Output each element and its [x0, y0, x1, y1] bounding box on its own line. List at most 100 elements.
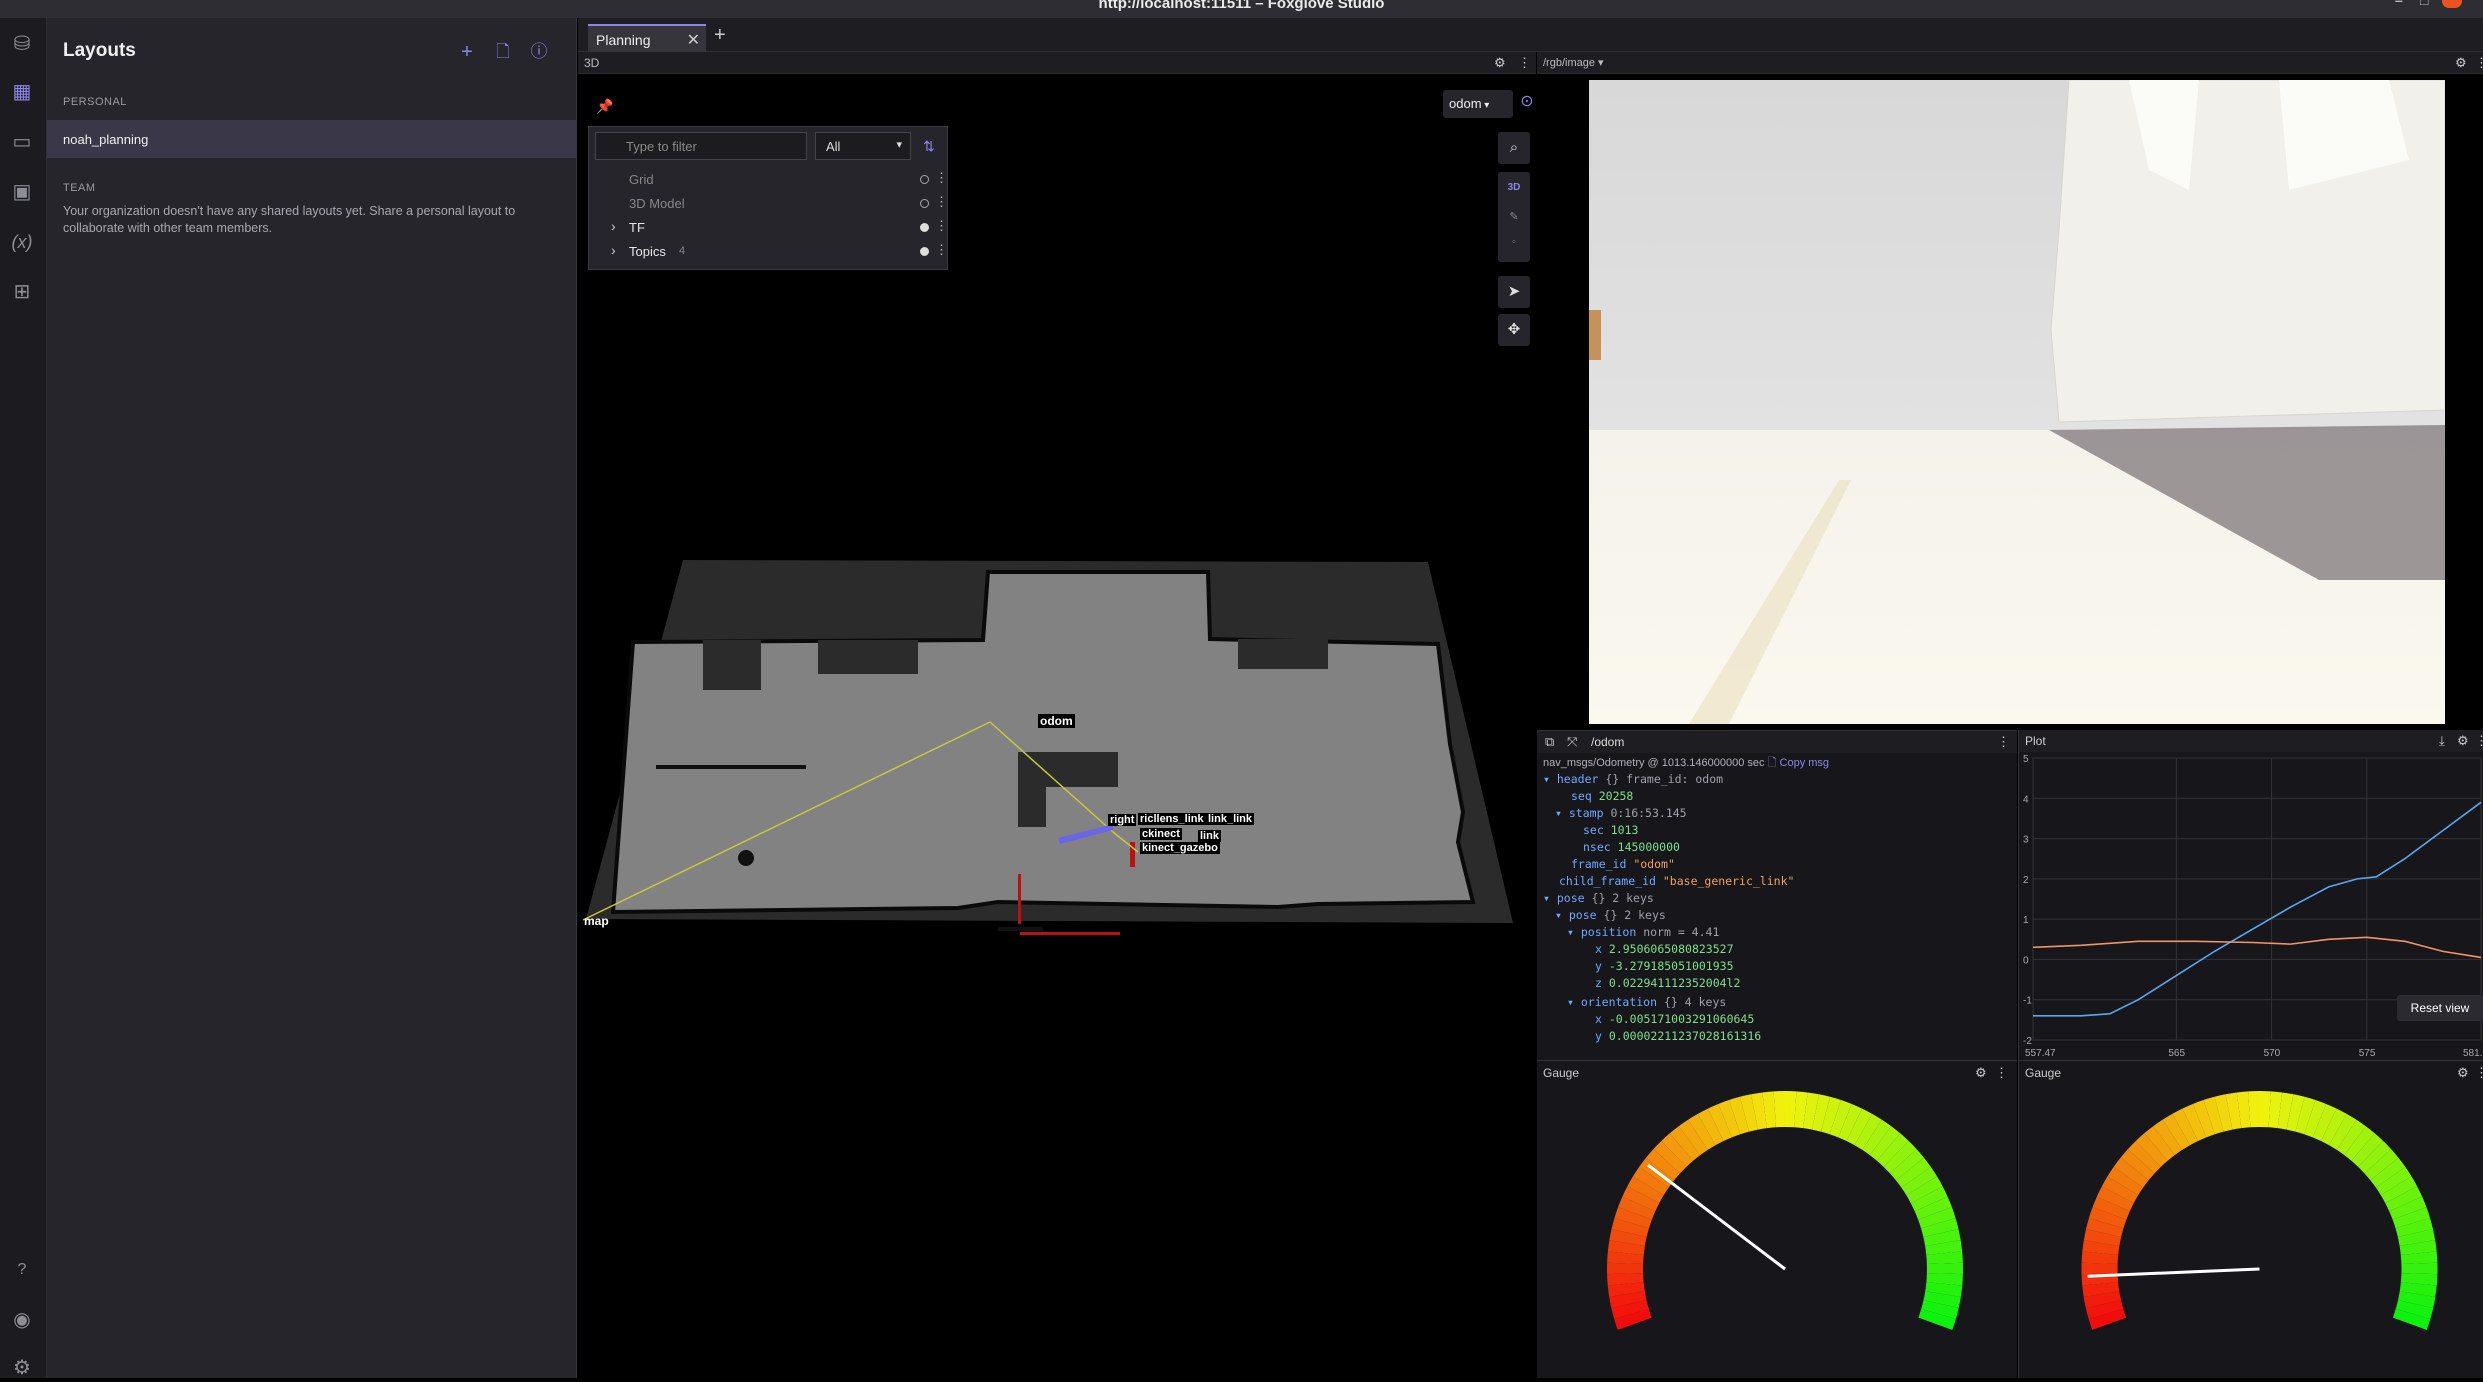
- import-layout-icon[interactable]: 🗋: [491, 40, 515, 64]
- raw-messages-toolbar: ⧉ ⤧ /odom ⋮: [1537, 731, 2017, 753]
- gauge-arc-segment: [1944, 1253, 1945, 1263]
- minimize-icon[interactable]: –: [2395, 0, 2403, 4]
- frame-label-lens-link: ricllens_link: [1138, 813, 1206, 825]
- gauge-arc-segment: [1625, 1274, 1626, 1284]
- add-layout-icon[interactable]: +: [455, 40, 479, 64]
- map-wall: [656, 765, 806, 769]
- map-void: [1018, 752, 1118, 787]
- maximize-icon[interactable]: □: [2420, 0, 2428, 4]
- message-tree: nav_msgs/Odometry @ 1013.146000000 sec 🗋…: [1537, 753, 2017, 1061]
- raw-messages-panel[interactable]: ⧉ ⤧ /odom ⋮ nav_msgs/Odometry @ 1013.146…: [1537, 730, 2017, 1060]
- tree-row-pose-inner[interactable]: ▾ pose {} 2 keys: [1555, 907, 1666, 924]
- map-wall: [998, 927, 1043, 931]
- tree-row-header[interactable]: ▾ header {} frame_id: odom: [1543, 771, 1723, 788]
- tree-row-position[interactable]: ▾ position norm = 4.41: [1567, 924, 1719, 941]
- tree-summary: {} frame_id: odom: [1605, 772, 1723, 786]
- tab-planning[interactable]: Planning ✕: [588, 24, 706, 52]
- panel-settings-icon[interactable]: ▭: [8, 128, 36, 156]
- gauge-arc-segment: [2391, 1177, 2397, 1186]
- gauge-arc-segment: [1816, 1112, 1826, 1114]
- gauge-arc-segment: [2113, 1195, 2117, 1204]
- gauge-arc-segment: [1660, 1161, 1667, 1169]
- close-tab-icon[interactable]: ✕: [687, 30, 700, 50]
- tree-summary: 0:16:53.145: [1610, 806, 1686, 820]
- gauge-arc-segment: [2156, 1141, 2164, 1147]
- expand-triangle-icon[interactable]: ▾: [1543, 891, 1550, 905]
- copy-msg-link[interactable]: 🗋 Copy msg: [1768, 757, 1829, 769]
- close-window-icon[interactable]: [2442, 0, 2462, 8]
- gauge-arc-segment: [2347, 1135, 2355, 1141]
- panel-menu-icon[interactable]: ⋮: [1997, 734, 2010, 750]
- tree-value: "odom": [1633, 857, 1675, 871]
- gauge-arc-segment: [2280, 1110, 2290, 1112]
- expand-triangle-icon[interactable]: ▾: [1555, 908, 1562, 922]
- reset-view-button[interactable]: Reset view: [2397, 995, 2483, 1021]
- gauge-panel-2[interactable]: Gauge ⚙ ⋮: [2018, 1060, 2483, 1378]
- gauge-arc-segment: [2239, 1109, 2249, 1110]
- add-tab-button[interactable]: +: [714, 24, 726, 47]
- extensions-icon[interactable]: ⊞: [8, 278, 36, 306]
- tree-key: stamp: [1569, 806, 1604, 820]
- tab-label: Planning: [596, 32, 651, 48]
- gauge-arc-segment: [1625, 1253, 1626, 1263]
- tree-key: x: [1595, 1012, 1602, 1026]
- map-void: [703, 640, 761, 690]
- gauge-arc-segment: [2419, 1253, 2420, 1263]
- panel-settings-gear-icon[interactable]: ⚙: [2457, 733, 2469, 749]
- gauge-arc-segment: [1889, 1147, 1897, 1154]
- tree-row-pose[interactable]: ▾ pose {} 2 keys: [1543, 890, 1654, 907]
- gauge-arc-segment: [2190, 1121, 2199, 1125]
- download-icon[interactable]: ⤓: [2439, 733, 2445, 749]
- gauge-panel-1[interactable]: Gauge ⚙ ⋮: [1537, 1060, 2017, 1378]
- variables-icon[interactable]: (x): [8, 228, 36, 256]
- frame-label-kinect-gazebo: kinect_gazebo: [1140, 842, 1220, 854]
- panel-title: Plot: [2025, 734, 2046, 748]
- tree-key: nsec: [1583, 840, 1611, 854]
- gauge-arc-segment: [2100, 1243, 2101, 1253]
- gauge-arc-segment: [2100, 1253, 2101, 1263]
- frame-label-link: link: [1198, 830, 1221, 842]
- map-obstacle-red: [1020, 932, 1120, 935]
- data-source-icon[interactable]: ⛁: [8, 30, 36, 58]
- gauge-arc-segment: [2102, 1233, 2104, 1243]
- panel-menu-icon[interactable]: ⋮: [2475, 55, 2483, 71]
- gauge-arc-segment: [2338, 1130, 2347, 1135]
- image-topic-label: /rgb/image: [1543, 57, 1595, 69]
- gauge-arc-segment: [1863, 1130, 1872, 1135]
- layouts-icon[interactable]: ▦: [8, 78, 36, 106]
- tree-row-stamp[interactable]: ▾ stamp 0:16:53.145: [1555, 805, 1687, 822]
- expand-triangle-icon[interactable]: ▾: [1555, 806, 1562, 820]
- expand-collapse-icon[interactable]: ⤧: [1567, 734, 1577, 750]
- tree-key: child_frame_id: [1559, 874, 1656, 888]
- gauge-arc-segment: [1826, 1114, 1836, 1117]
- expand-triangle-icon[interactable]: ▾: [1567, 995, 1574, 1009]
- topic-input[interactable]: /odom: [1591, 735, 1624, 749]
- panel-3d[interactable]: 3D ⚙ ⋮ 📌 ⌕ All ▾ ⇅ Grid ⋮ 3D Model ⋮ › T…: [578, 52, 1536, 1378]
- image-topic-select[interactable]: /rgb/image ▾: [1543, 56, 1604, 69]
- extensions-settings-icon[interactable]: ▣: [8, 178, 36, 206]
- image-panel[interactable]: /rgb/image ▾ ⚙ ⋮: [1537, 52, 2483, 730]
- x-tick-label: 565: [2168, 1048, 2185, 1059]
- help-circle-icon[interactable]: ⓘ: [527, 40, 551, 64]
- help-icon[interactable]: ?: [8, 1256, 36, 1284]
- expand-triangle-icon[interactable]: ▾: [1543, 772, 1550, 786]
- gauge-arc-segment: [2103, 1304, 2106, 1314]
- gauge-arc-segment: [1845, 1121, 1854, 1125]
- layout-item-noah-planning[interactable]: noah_planning: [47, 120, 576, 158]
- gauge-arc-segment: [2100, 1284, 2101, 1294]
- gauge-arc-segment: [2410, 1213, 2413, 1223]
- panel-menu-icon[interactable]: ⋮: [2475, 733, 2483, 749]
- tree-summary: {} 4 keys: [1664, 995, 1726, 1009]
- tree-row-orientation[interactable]: ▾ orientation {} 4 keys: [1567, 994, 1726, 1011]
- diff-toggle-icon[interactable]: ⧉: [1545, 734, 1554, 750]
- panel-settings-gear-icon[interactable]: ⚙: [2455, 55, 2467, 71]
- plot-panel[interactable]: Plot ⤓ ⚙ ⋮ 543210-1-2557.47565570575581.…: [2018, 730, 2483, 1060]
- layouts-sidebar: Layouts + 🗋 ⓘ PERSONAL noah_planning TEA…: [47, 18, 577, 1378]
- expand-triangle-icon[interactable]: ▾: [1567, 925, 1574, 939]
- gauge-arc-segment: [1735, 1114, 1745, 1117]
- gauge-arc-segment: [2270, 1109, 2280, 1110]
- gauge-arc-segment: [1795, 1109, 1805, 1110]
- account-icon[interactable]: ◉: [8, 1306, 36, 1334]
- camera-image: [1589, 80, 2445, 724]
- tree-summary: norm = 4.41: [1643, 925, 1719, 939]
